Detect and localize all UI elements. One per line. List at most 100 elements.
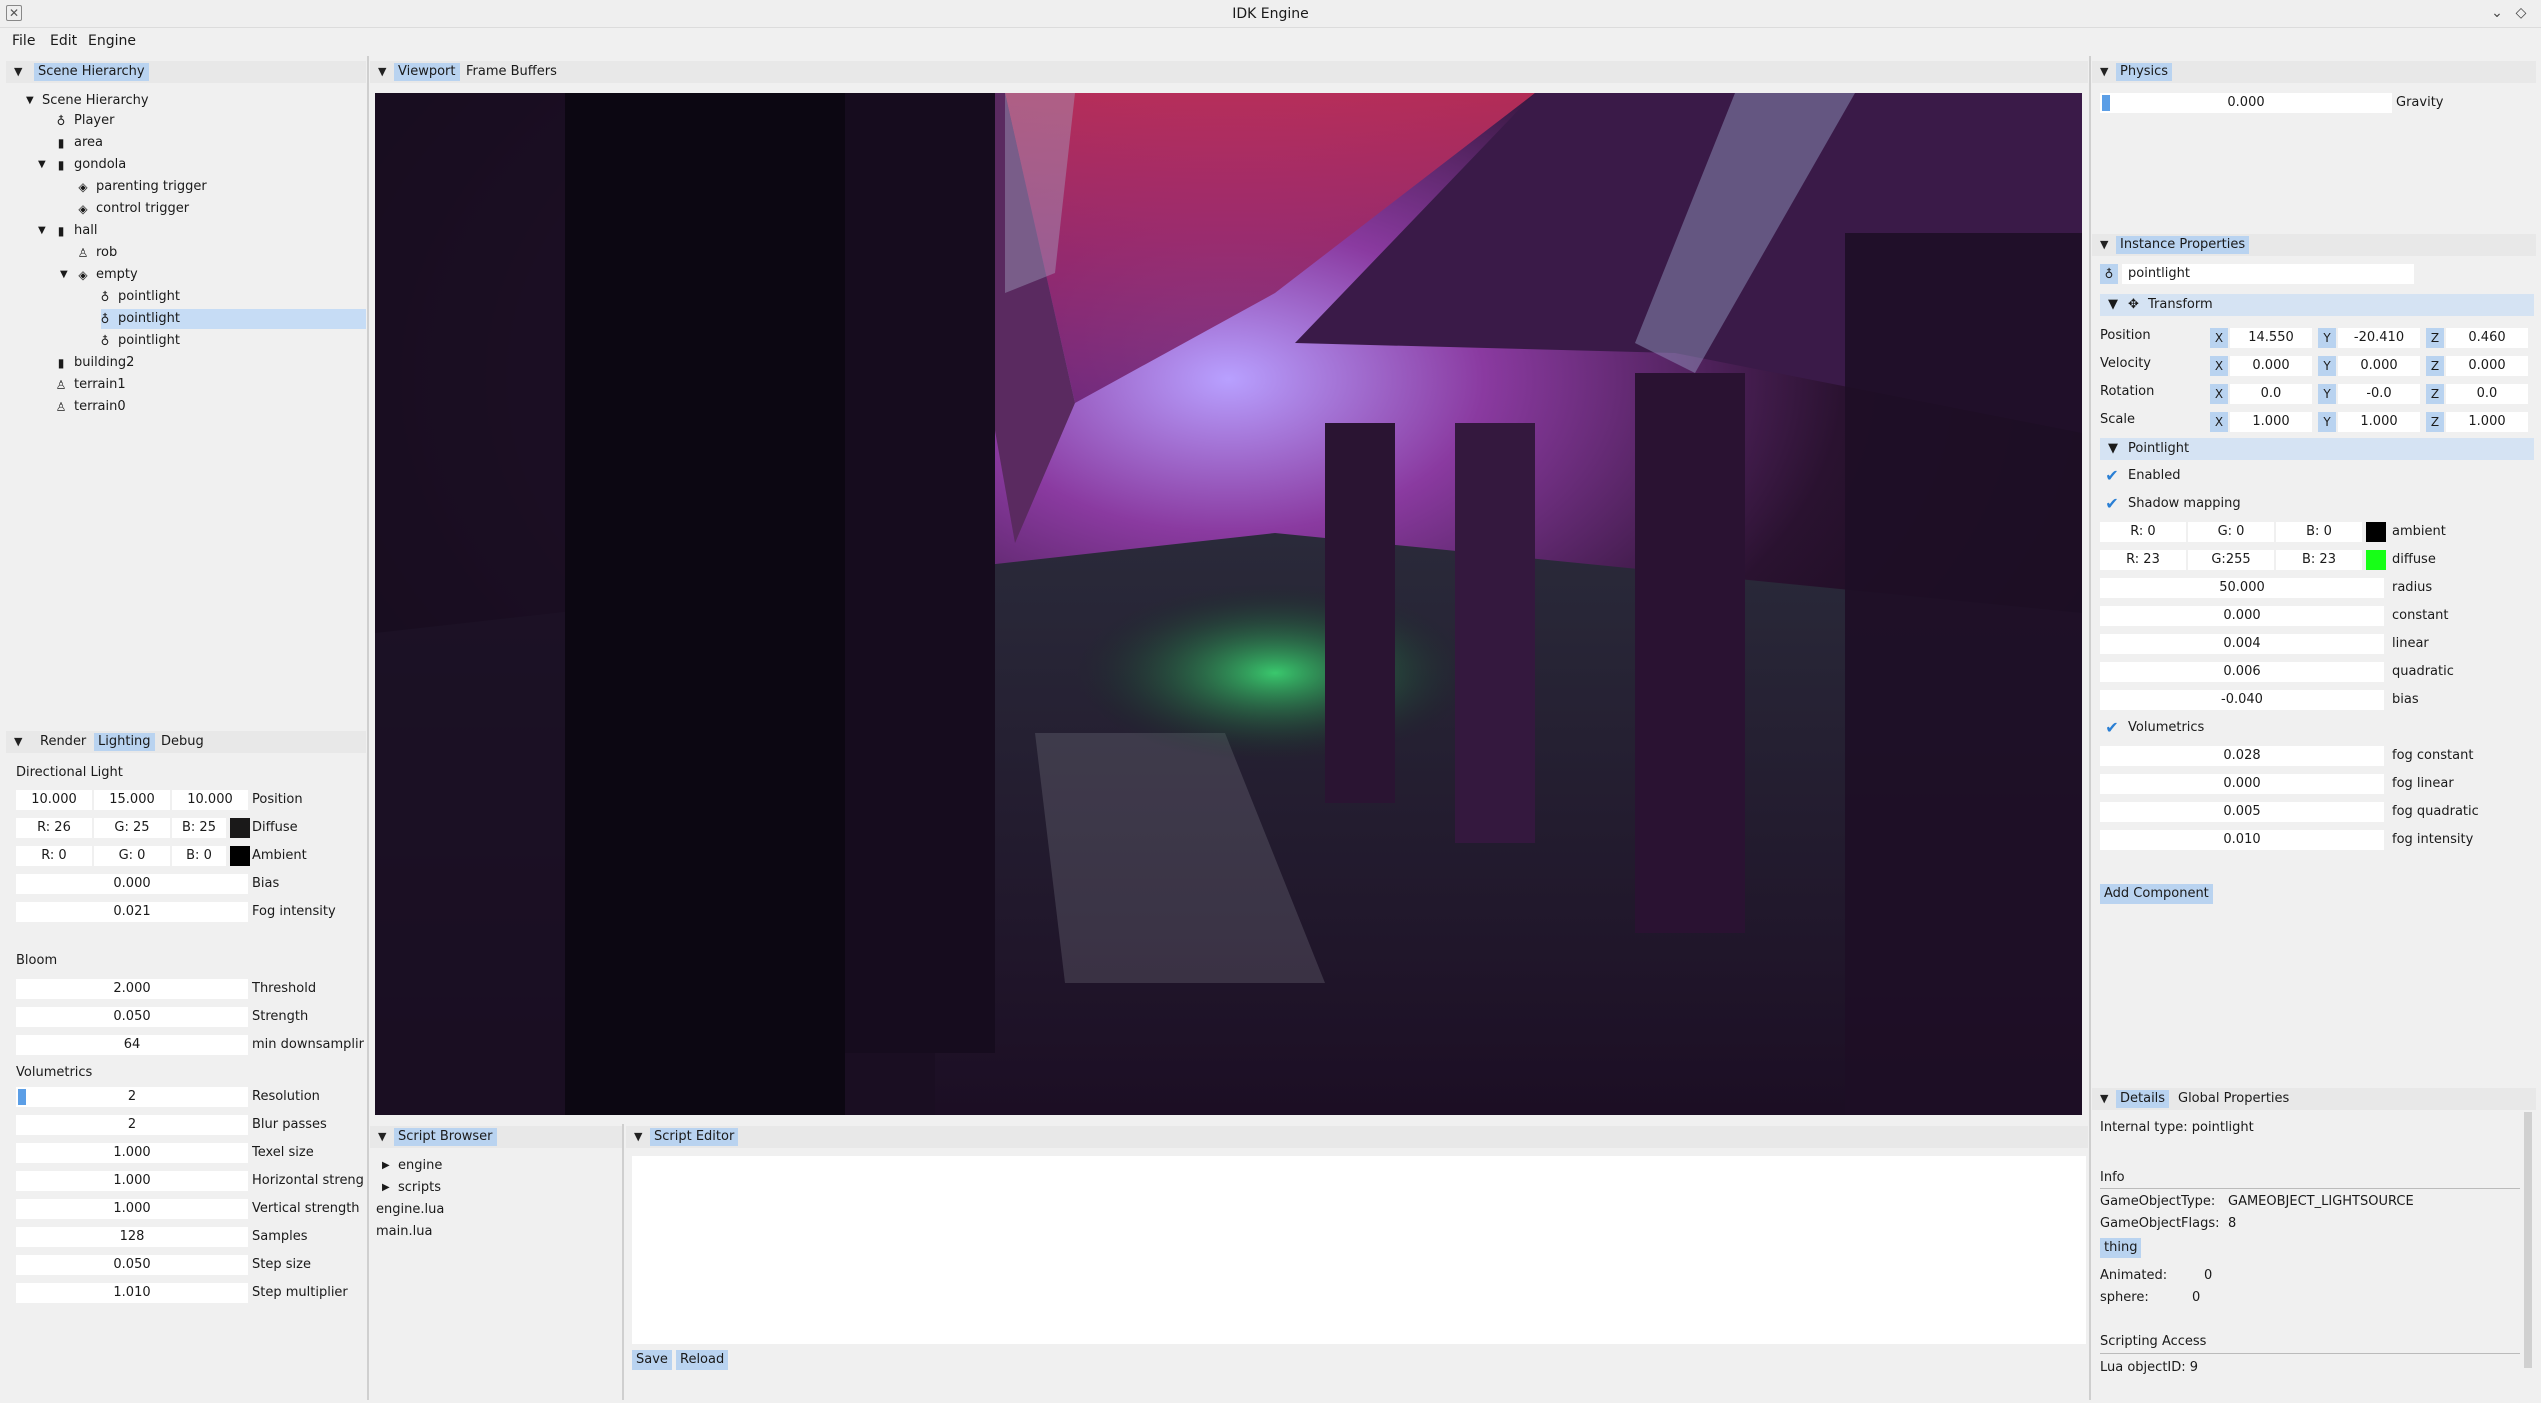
menu-engine[interactable]: Engine [88, 33, 136, 49]
dir-ambient-b[interactable]: B: 0 [172, 846, 226, 866]
tab-script-editor[interactable]: Script Editor [650, 1128, 739, 1146]
dir-diffuse-swatch[interactable] [230, 818, 250, 838]
pl-diffuse-swatch[interactable] [2366, 550, 2386, 570]
collapse-icon[interactable]: ▼ [14, 65, 22, 78]
volumetrics-field[interactable]: 2 [16, 1087, 248, 1107]
thing-button[interactable]: thing [2100, 1238, 2142, 1258]
threshold-field[interactable]: 2.000 [16, 979, 248, 999]
param-field[interactable]: 0.000 [2100, 606, 2384, 626]
dir-position-y[interactable]: 15.000 [94, 790, 170, 810]
param-field[interactable]: -0.040 [2100, 690, 2384, 710]
strength-field[interactable]: 0.050 [16, 1007, 248, 1027]
tab-frame-buffers[interactable]: Frame Buffers [462, 63, 561, 81]
dir-diffuse-r[interactable]: R: 26 [16, 818, 92, 838]
collapse-icon[interactable]: ▼ [378, 65, 386, 78]
transform-x-field[interactable]: 14.550 [2230, 328, 2312, 348]
dir-diffuse-g[interactable]: G: 25 [94, 818, 170, 838]
tab-details[interactable]: Details [2116, 1090, 2170, 1108]
expand-arrow-icon[interactable]: ▶ [382, 1178, 390, 1198]
enabled-checkbox[interactable]: ✔ [2104, 468, 2120, 484]
transform-x-field[interactable]: 1.000 [2230, 412, 2312, 432]
transform-z-field[interactable]: 0.0 [2446, 384, 2528, 404]
transform-z-field[interactable]: 0.460 [2446, 328, 2528, 348]
transform-y-field[interactable]: -0.0 [2338, 384, 2420, 404]
tab-scene-hierarchy[interactable]: Scene Hierarchy [34, 63, 149, 81]
pl-ambient-swatch[interactable] [2366, 522, 2386, 542]
menu-edit[interactable]: Edit [50, 33, 77, 49]
expand-arrow-icon[interactable]: ▶ [382, 1156, 390, 1176]
maximize-icon[interactable]: ◇ [2512, 4, 2530, 22]
bias-field[interactable]: 0.000 [16, 874, 248, 894]
pl-ambient-r[interactable]: R: 0 [2100, 522, 2186, 542]
fog-intensity-field[interactable]: 0.021 [16, 902, 248, 922]
transform-y-field[interactable]: -20.410 [2338, 328, 2420, 348]
param-field[interactable]: 0.010 [2100, 830, 2384, 850]
tab-physics[interactable]: Physics [2116, 63, 2173, 81]
volumetrics-field[interactable]: 128 [16, 1227, 248, 1247]
transform-header[interactable]: ▼ ✥ Transform [2100, 294, 2534, 316]
pl-diffuse-g[interactable]: G:255 [2188, 550, 2274, 570]
dir-position-z[interactable]: 10.000 [172, 790, 248, 810]
tab-script-browser[interactable]: Script Browser [394, 1128, 497, 1146]
transform-z-field[interactable]: 1.000 [2446, 412, 2528, 432]
transform-y-field[interactable]: 0.000 [2338, 356, 2420, 376]
dir-position-x[interactable]: 10.000 [16, 790, 92, 810]
add-component-button[interactable]: Add Component [2100, 884, 2213, 904]
object-name-field[interactable]: pointlight [2122, 264, 2414, 284]
viewport-render[interactable] [375, 93, 2082, 1115]
collapse-icon[interactable]: ▼ [634, 1130, 642, 1143]
expand-arrow-icon[interactable]: ▼ [26, 91, 34, 111]
transform-z-field[interactable]: 0.000 [2446, 356, 2528, 376]
transform-x-field[interactable]: 0.0 [2230, 384, 2312, 404]
collapse-icon[interactable]: ▼ [378, 1130, 386, 1143]
pl-diffuse-b[interactable]: B: 23 [2276, 550, 2362, 570]
collapse-icon[interactable]: ▼ [2100, 1092, 2108, 1105]
volumetrics-field[interactable]: 1.010 [16, 1283, 248, 1303]
scrollbar[interactable] [2524, 1112, 2532, 1368]
min-downsampling-field[interactable]: 64 [16, 1035, 248, 1055]
expand-arrow-icon[interactable]: ▼ [2108, 294, 2118, 316]
param-field[interactable]: 0.005 [2100, 802, 2384, 822]
menu-file[interactable]: File [12, 33, 35, 49]
tab-debug[interactable]: Debug [157, 733, 208, 751]
expand-arrow-icon[interactable]: ▼ [38, 221, 46, 241]
volumetrics-checkbox[interactable]: ✔ [2104, 720, 2120, 736]
volumetrics-field[interactable]: 1.000 [16, 1171, 248, 1191]
tab-global-properties[interactable]: Global Properties [2174, 1090, 2293, 1108]
minimize-icon[interactable]: ⌄ [2488, 4, 2506, 22]
param-field[interactable]: 0.006 [2100, 662, 2384, 682]
file-main-lua[interactable]: main.lua [376, 1222, 432, 1242]
tab-render[interactable]: Render [36, 733, 90, 751]
volumetrics-field[interactable]: 1.000 [16, 1199, 248, 1219]
file-engine-lua[interactable]: engine.lua [376, 1200, 444, 1220]
dir-diffuse-b[interactable]: B: 25 [172, 818, 226, 838]
collapse-icon[interactable]: ▼ [14, 735, 22, 748]
dir-ambient-swatch[interactable] [230, 846, 250, 866]
script-text-area[interactable] [632, 1156, 2086, 1344]
collapse-icon[interactable]: ▼ [2100, 238, 2108, 251]
volumetrics-field[interactable]: 2 [16, 1115, 248, 1135]
pointlight-header[interactable]: ▼ Pointlight [2100, 438, 2534, 460]
pl-diffuse-r[interactable]: R: 23 [2100, 550, 2186, 570]
expand-arrow-icon[interactable]: ▼ [60, 265, 68, 285]
transform-x-field[interactable]: 0.000 [2230, 356, 2312, 376]
volumetrics-field[interactable]: 1.000 [16, 1143, 248, 1163]
slider-grab[interactable] [18, 1089, 26, 1105]
slider-grab[interactable] [2102, 95, 2110, 111]
volumetrics-field[interactable]: 0.050 [16, 1255, 248, 1275]
dir-ambient-r[interactable]: R: 0 [16, 846, 92, 866]
collapse-icon[interactable]: ▼ [2100, 65, 2108, 78]
tab-instance-properties[interactable]: Instance Properties [2116, 236, 2250, 254]
pl-ambient-b[interactable]: B: 0 [2276, 522, 2362, 542]
shadow-mapping-checkbox[interactable]: ✔ [2104, 496, 2120, 512]
gravity-field[interactable]: 0.000 [2100, 93, 2392, 113]
tab-viewport[interactable]: Viewport [394, 63, 460, 81]
reload-button[interactable]: Reload [676, 1350, 729, 1370]
param-field[interactable]: 0.028 [2100, 746, 2384, 766]
param-field[interactable]: 50.000 [2100, 578, 2384, 598]
save-button[interactable]: Save [632, 1350, 672, 1370]
pl-ambient-g[interactable]: G: 0 [2188, 522, 2274, 542]
param-field[interactable]: 0.000 [2100, 774, 2384, 794]
param-field[interactable]: 0.004 [2100, 634, 2384, 654]
expand-arrow-icon[interactable]: ▼ [2108, 438, 2118, 460]
